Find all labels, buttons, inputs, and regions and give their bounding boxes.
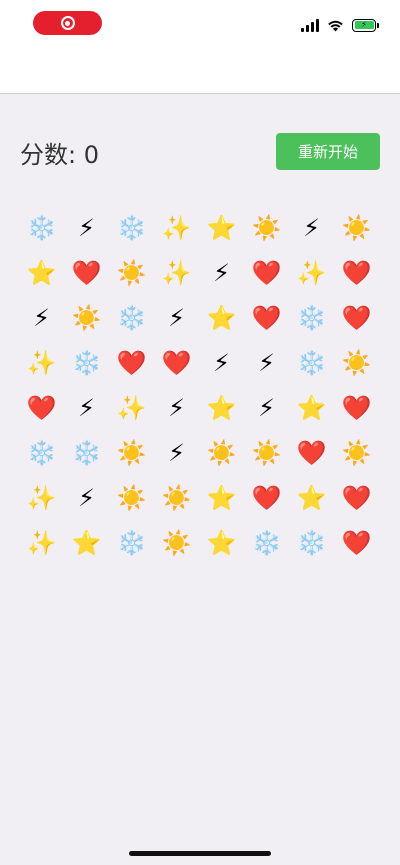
lightning-icon[interactable]: ⚡ <box>289 205 334 250</box>
snowflake-icon[interactable]: ❄️ <box>109 295 154 340</box>
record-circle-icon <box>60 16 75 30</box>
snowflake-icon[interactable]: ❄️ <box>19 430 64 475</box>
sun-icon[interactable]: ☀️ <box>154 520 199 565</box>
screen-recording-indicator[interactable] <box>33 11 102 35</box>
sun-icon[interactable]: ☀️ <box>109 430 154 475</box>
star-icon[interactable]: ⭐ <box>289 475 334 520</box>
star-icon[interactable]: ⭐ <box>199 520 244 565</box>
snowflake-icon[interactable]: ❄️ <box>64 340 109 385</box>
sparkles-icon[interactable]: ✨ <box>19 475 64 520</box>
lightning-icon[interactable]: ⚡ <box>199 340 244 385</box>
lightning-icon[interactable]: ⚡ <box>154 295 199 340</box>
snowflake-icon[interactable]: ❄️ <box>109 205 154 250</box>
sun-icon[interactable]: ☀️ <box>109 475 154 520</box>
snowflake-icon[interactable]: ❄️ <box>64 430 109 475</box>
star-icon[interactable]: ⭐ <box>19 250 64 295</box>
sun-icon[interactable]: ☀️ <box>109 250 154 295</box>
lightning-icon[interactable]: ⚡ <box>64 385 109 430</box>
lightning-icon[interactable]: ⚡ <box>64 205 109 250</box>
star-icon[interactable]: ⭐ <box>199 205 244 250</box>
battery-charging-icon: ⚡ <box>352 18 379 32</box>
heart-icon[interactable]: ❤️ <box>244 475 289 520</box>
star-icon[interactable]: ⭐ <box>199 385 244 430</box>
game-board: ❄️ ⚡ ❄️ ✨ ⭐ ☀️ ⚡ ☀️ ⭐ ❤️ ☀️ ✨ ⚡ ❤️ ✨ ❤️ ⚡ ☀️ ❄️ ⚡ ⭐ ❤️ ❄️ ❤️ ✨ ❄️… <box>19 205 381 565</box>
lightning-icon[interactable]: ⚡ <box>199 250 244 295</box>
snowflake-icon[interactable]: ❄️ <box>289 340 334 385</box>
sun-icon[interactable]: ☀️ <box>154 475 199 520</box>
sparkles-icon[interactable]: ✨ <box>289 250 334 295</box>
snowflake-icon[interactable]: ❄️ <box>244 520 289 565</box>
lightning-icon[interactable]: ⚡ <box>244 340 289 385</box>
snowflake-icon[interactable]: ❄️ <box>109 520 154 565</box>
star-icon[interactable]: ⭐ <box>199 475 244 520</box>
sparkles-icon[interactable]: ✨ <box>154 205 199 250</box>
heart-icon[interactable]: ❤️ <box>334 250 379 295</box>
status-bar: ⚡ <box>0 0 400 48</box>
heart-icon[interactable]: ❤️ <box>289 430 334 475</box>
sun-icon[interactable]: ☀️ <box>334 205 379 250</box>
restart-button[interactable]: 重新开始 <box>276 133 380 170</box>
sun-icon[interactable]: ☀️ <box>199 430 244 475</box>
sparkles-icon[interactable]: ✨ <box>19 520 64 565</box>
heart-icon[interactable]: ❤️ <box>244 295 289 340</box>
heart-icon[interactable]: ❤️ <box>334 475 379 520</box>
heart-icon[interactable]: ❤️ <box>244 250 289 295</box>
lightning-icon[interactable]: ⚡ <box>244 385 289 430</box>
navigation-bar <box>0 48 400 94</box>
heart-icon[interactable]: ❤️ <box>64 250 109 295</box>
wifi-icon <box>328 20 343 31</box>
lightning-icon[interactable]: ⚡ <box>154 430 199 475</box>
snowflake-icon[interactable]: ❄️ <box>19 205 64 250</box>
snowflake-icon[interactable]: ❄️ <box>289 295 334 340</box>
sun-icon[interactable]: ☀️ <box>64 295 109 340</box>
sparkles-icon[interactable]: ✨ <box>19 340 64 385</box>
lightning-icon[interactable]: ⚡ <box>64 475 109 520</box>
star-icon[interactable]: ⭐ <box>199 295 244 340</box>
sun-icon[interactable]: ☀️ <box>244 205 289 250</box>
sun-icon[interactable]: ☀️ <box>334 430 379 475</box>
sun-icon[interactable]: ☀️ <box>334 340 379 385</box>
score-label: 分数: 0 <box>20 140 99 169</box>
lightning-icon[interactable]: ⚡ <box>154 385 199 430</box>
heart-icon[interactable]: ❤️ <box>154 340 199 385</box>
score-row: 分数: 0 重新开始 <box>20 133 380 171</box>
lightning-icon[interactable]: ⚡ <box>19 295 64 340</box>
sparkles-icon[interactable]: ✨ <box>109 385 154 430</box>
home-indicator[interactable] <box>129 851 271 856</box>
heart-icon[interactable]: ❤️ <box>334 385 379 430</box>
star-icon[interactable]: ⭐ <box>289 385 334 430</box>
heart-icon[interactable]: ❤️ <box>19 385 64 430</box>
sun-icon[interactable]: ☀️ <box>244 430 289 475</box>
snowflake-icon[interactable]: ❄️ <box>289 520 334 565</box>
heart-icon[interactable]: ❤️ <box>109 340 154 385</box>
star-icon[interactable]: ⭐ <box>64 520 109 565</box>
sparkles-icon[interactable]: ✨ <box>154 250 199 295</box>
heart-icon[interactable]: ❤️ <box>334 295 379 340</box>
heart-icon[interactable]: ❤️ <box>334 520 379 565</box>
status-icons: ⚡ <box>301 16 379 34</box>
cellular-signal-icon <box>301 18 319 32</box>
